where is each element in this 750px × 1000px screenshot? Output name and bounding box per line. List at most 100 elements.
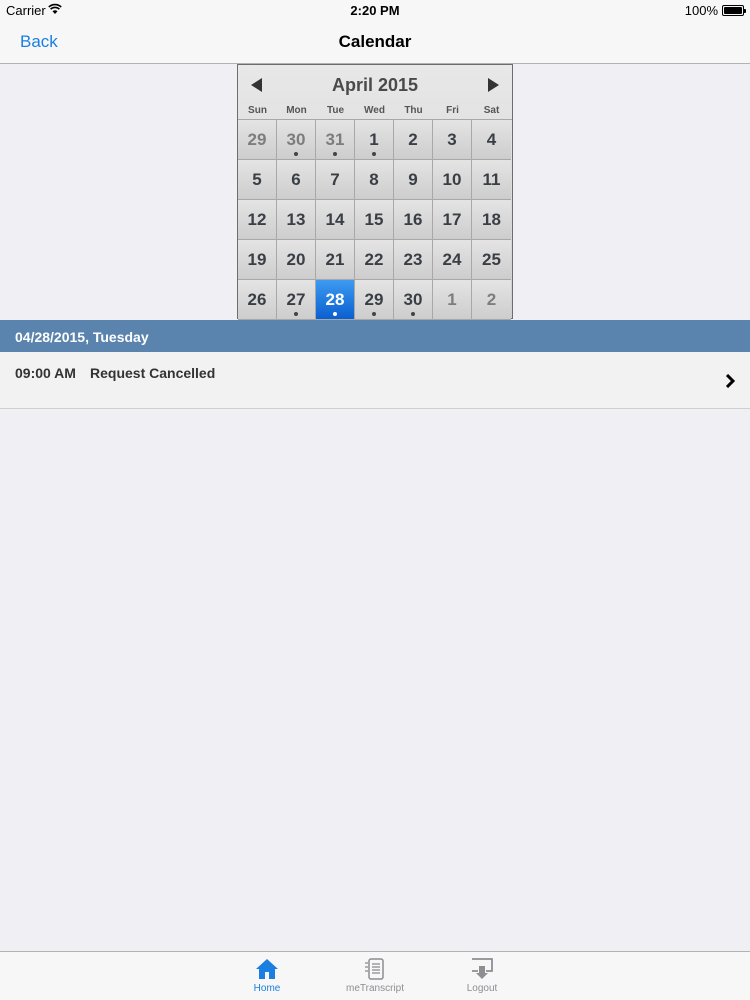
day-number: 24: [442, 249, 462, 269]
tab-label: meTranscript: [346, 983, 404, 994]
calendar-day-cell[interactable]: 8: [355, 160, 394, 200]
day-grid: 29 30 31 1 2 3 4 5 6 7 8 9 10 11 12 13 14 15 16 17 18 19 20 21 2…: [238, 119, 512, 320]
calendar-day-cell[interactable]: 29: [355, 280, 394, 320]
event-indicator-dot: [372, 152, 376, 156]
day-number: 30: [286, 129, 306, 149]
day-number: 10: [442, 169, 462, 189]
logout-icon: [472, 958, 493, 979]
day-number: 12: [247, 209, 267, 229]
day-number: 28: [325, 289, 345, 309]
calendar-day-cell[interactable]: 22: [355, 240, 394, 280]
calendar-day-cell[interactable]: 26: [238, 280, 277, 320]
calendar-day-cell[interactable]: 2: [394, 120, 433, 160]
calendar-day-cell[interactable]: 17: [433, 200, 472, 240]
event-indicator-dot: [294, 152, 298, 156]
day-number: 11: [482, 169, 501, 189]
event-title: Request Cancelled: [90, 365, 216, 381]
calendar-day-cell[interactable]: 2: [472, 280, 511, 320]
day-number: 16: [403, 209, 423, 229]
tab-home[interactable]: Home: [227, 952, 307, 1000]
calendar-day-cell[interactable]: 11: [472, 160, 511, 200]
battery-percent: 100%: [684, 3, 718, 18]
day-number: 15: [364, 209, 384, 229]
day-number: 8: [369, 169, 379, 189]
event-time: 09:00 AM: [15, 365, 76, 381]
event-indicator-dot: [333, 152, 337, 156]
calendar-day-cell[interactable]: 6: [277, 160, 316, 200]
event-indicator-dot: [411, 312, 415, 316]
calendar-day-cell[interactable]: 30: [277, 120, 316, 160]
weekday-label: Sat: [483, 105, 500, 116]
calendar-day-cell[interactable]: 21: [316, 240, 355, 280]
calendar-day-cell[interactable]: 27: [277, 280, 316, 320]
day-number: 18: [482, 209, 501, 229]
day-number: 2: [486, 289, 497, 309]
chevron-right-icon: [725, 374, 735, 388]
calendar-day-cell[interactable]: 1: [355, 120, 394, 160]
tab-metranscript[interactable]: meTranscript: [335, 952, 415, 1000]
day-number: 20: [286, 249, 306, 269]
day-number: 2: [408, 129, 418, 149]
weekday-label: Wed: [364, 105, 385, 116]
transcript-icon: [365, 958, 384, 980]
day-number: 27: [286, 289, 306, 309]
calendar-day-cell[interactable]: 25: [472, 240, 511, 280]
calendar-day-cell[interactable]: 5: [238, 160, 277, 200]
day-number: 6: [291, 169, 301, 189]
battery-icon: [722, 5, 746, 16]
calendar-day-cell[interactable]: 7: [316, 160, 355, 200]
calendar-day-cell[interactable]: 4: [472, 120, 511, 160]
next-month-arrow-icon[interactable]: [488, 78, 499, 92]
status-bar: Carrier 2:20 PM 100%: [0, 0, 750, 20]
day-number: 29: [364, 289, 384, 309]
weekday-label: Thu: [404, 105, 423, 116]
calendar-day-cell[interactable]: 31: [316, 120, 355, 160]
weekday-label: Sun: [248, 105, 267, 116]
day-number: 29: [247, 129, 267, 149]
event-indicator-dot: [333, 312, 337, 316]
event-indicator-dot: [372, 312, 376, 316]
page-title: Calendar: [338, 32, 412, 51]
calendar-day-cell[interactable]: 23: [394, 240, 433, 280]
status-time: 2:20 PM: [350, 3, 400, 18]
calendar-day-cell[interactable]: 16: [394, 200, 433, 240]
calendar-day-cell[interactable]: 30: [394, 280, 433, 320]
event-row[interactable]: 09:00 AM Request Cancelled: [0, 352, 750, 409]
weekday-header-row: Sun Mon Tue Wed Thu Fri Sat: [238, 105, 512, 119]
day-number: 13: [286, 209, 306, 229]
weekday-label: Fri: [446, 105, 459, 116]
tab-logout[interactable]: Logout: [442, 952, 522, 1000]
day-number: 17: [442, 209, 462, 229]
calendar-day-cell[interactable]: 10: [433, 160, 472, 200]
month-label: April 2015: [331, 75, 419, 95]
calendar-day-cell[interactable]: 13: [277, 200, 316, 240]
month-calendar: April 2015 Sun Mon Tue Wed Thu Fri Sat 2…: [237, 64, 513, 320]
calendar-day-cell[interactable]: 24: [433, 240, 472, 280]
calendar-day-cell[interactable]: 29: [238, 120, 277, 160]
day-number: 21: [325, 249, 345, 269]
calendar-day-cell[interactable]: 15: [355, 200, 394, 240]
day-number: 30: [403, 289, 423, 309]
day-number: 4: [486, 129, 497, 149]
day-number: 3: [447, 129, 457, 149]
tab-label: Home: [253, 983, 281, 994]
weekday-label: Mon: [286, 105, 307, 116]
day-number: 23: [403, 249, 423, 269]
calendar-day-cell[interactable]: 19: [238, 240, 277, 280]
calendar-day-cell[interactable]: 3: [433, 120, 472, 160]
calendar-day-cell[interactable]: 18: [472, 200, 511, 240]
calendar-day-cell[interactable]: 14: [316, 200, 355, 240]
calendar-day-cell[interactable]: 9: [394, 160, 433, 200]
calendar-day-cell[interactable]: 28: [316, 280, 355, 320]
calendar-day-cell[interactable]: 20: [277, 240, 316, 280]
day-number: 9: [408, 169, 418, 189]
day-number: 1: [447, 289, 457, 309]
day-number: 31: [325, 129, 345, 149]
calendar-day-cell[interactable]: 1: [433, 280, 472, 320]
day-number: 26: [247, 289, 267, 309]
tab-bar: Home meTranscript Logout: [0, 951, 750, 1000]
calendar-header: April 2015: [238, 65, 512, 105]
day-number: 5: [252, 169, 262, 189]
day-number: 22: [364, 249, 384, 269]
calendar-day-cell[interactable]: 12: [238, 200, 277, 240]
